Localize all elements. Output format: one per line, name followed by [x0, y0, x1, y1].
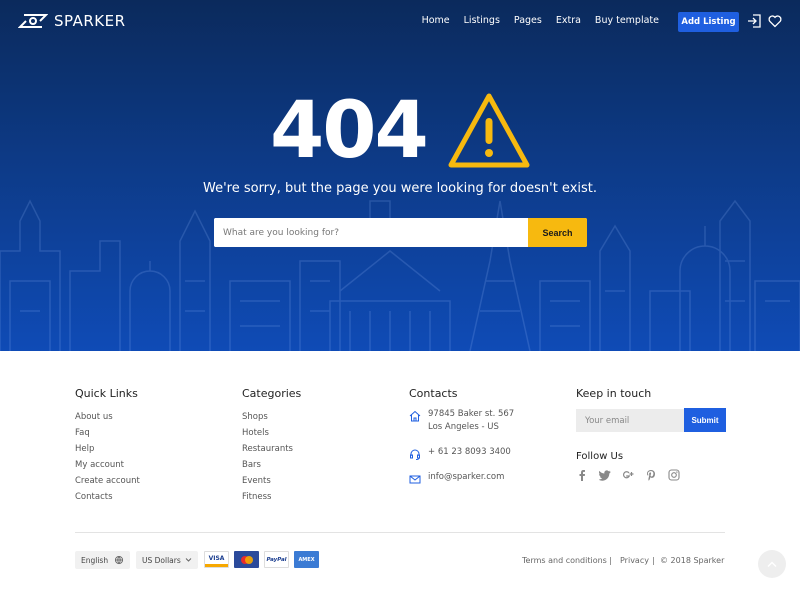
keep-in-touch-column: Keep in touch Submit Follow Us	[576, 387, 726, 497]
legal-separator: |	[609, 556, 612, 565]
headset-icon	[410, 449, 420, 460]
main-menu: Home Listings Pages Extra Buy template	[408, 15, 659, 26]
error-heading: 404	[270, 86, 540, 176]
footer-link-faq[interactable]: Faq	[75, 425, 140, 441]
newsletter-email-input[interactable]	[576, 409, 684, 432]
follow-us-title: Follow Us	[576, 451, 624, 462]
contact-email: info@sparker.com	[409, 472, 514, 485]
brand-name: SPARKER	[54, 12, 126, 30]
paypal-icon: PayPal	[264, 551, 289, 568]
footer-link-contacts[interactable]: Contacts	[75, 489, 140, 505]
language-value: English	[81, 555, 109, 565]
category-link-fitness[interactable]: Fitness	[242, 489, 301, 505]
menu-item-buy-template[interactable]: Buy template	[595, 15, 659, 26]
privacy-link[interactable]: Privacy	[620, 556, 649, 565]
category-link-shops[interactable]: Shops	[242, 409, 301, 425]
category-link-restaurants[interactable]: Restaurants	[242, 441, 301, 457]
footer-link-about-us[interactable]: About us	[75, 409, 140, 425]
google-plus-icon[interactable]	[622, 469, 634, 481]
back-to-top-button[interactable]	[758, 550, 786, 578]
copyright-text: © 2018 Sparker	[660, 556, 725, 565]
facebook-icon[interactable]	[576, 469, 588, 481]
contact-address: 97845 Baker st. 567 Los Angeles - US	[409, 409, 514, 447]
visa-card-icon: VISA	[204, 551, 229, 568]
error-code: 404	[270, 86, 429, 176]
amex-icon: AMEX	[294, 551, 319, 568]
newsletter-submit-button[interactable]: Submit	[684, 408, 726, 432]
categories-column: Categories Shops Hotels Restaurants Bars…	[242, 387, 301, 505]
currency-value: US Dollars	[142, 555, 181, 565]
heart-icon[interactable]	[768, 14, 782, 28]
add-listing-button[interactable]: Add Listing	[678, 12, 739, 32]
contacts-column: Contacts 97845 Baker st. 567 Los Angeles…	[409, 387, 514, 485]
menu-item-listings[interactable]: Listings	[464, 15, 500, 26]
address-line-2: Los Angeles - US	[428, 422, 499, 432]
login-icon[interactable]	[747, 14, 761, 28]
hero-section: SPARKER Home Listings Pages Extra Buy te…	[0, 0, 800, 351]
mastercard-icon	[234, 551, 259, 568]
keep-in-touch-title: Keep in touch	[576, 387, 652, 400]
phone-number: + 61 23 8093 3400	[428, 447, 511, 457]
address-line-1: 97845 Baker st. 567	[428, 409, 515, 419]
legal-separator: |	[652, 556, 655, 565]
footer-link-help[interactable]: Help	[75, 441, 140, 457]
search-bar: Search	[214, 218, 587, 247]
city-skyline-illustration	[0, 199, 800, 351]
menu-item-home[interactable]: Home	[422, 15, 450, 26]
categories-title: Categories	[242, 387, 302, 400]
language-select[interactable]: English	[75, 551, 130, 569]
error-message: We're sorry, but the page you were looki…	[202, 181, 597, 196]
brand-logo[interactable]: SPARKER	[18, 11, 126, 31]
twitter-icon[interactable]	[599, 469, 611, 481]
pinterest-icon[interactable]	[645, 469, 657, 481]
footer-link-my-account[interactable]: My account	[75, 457, 140, 473]
category-link-bars[interactable]: Bars	[242, 457, 301, 473]
footer-link-create-account[interactable]: Create account	[75, 473, 140, 489]
chevron-up-icon	[767, 560, 777, 567]
top-navigation: SPARKER Home Listings Pages Extra Buy te…	[0, 0, 800, 44]
social-links	[576, 469, 680, 481]
footer-divider	[75, 532, 725, 533]
mastercard-circles-icon	[240, 555, 253, 564]
search-input[interactable]	[214, 218, 528, 247]
category-link-hotels[interactable]: Hotels	[242, 425, 301, 441]
contact-phone: + 61 23 8093 3400	[409, 447, 514, 472]
chevron-down-icon	[185, 558, 192, 562]
category-link-events[interactable]: Events	[242, 473, 301, 489]
sparker-logo-icon	[18, 14, 48, 28]
menu-item-extra[interactable]: Extra	[556, 15, 581, 26]
warning-icon	[448, 93, 530, 168]
search-button[interactable]: Search	[528, 218, 587, 247]
menu-item-pages[interactable]: Pages	[514, 15, 542, 26]
instagram-icon[interactable]	[668, 469, 680, 481]
quick-links-title: Quick Links	[75, 387, 138, 400]
email-address[interactable]: info@sparker.com	[428, 472, 504, 482]
contacts-title: Contacts	[409, 387, 458, 400]
quick-links-column: Quick Links About us Faq Help My account…	[75, 387, 140, 505]
envelope-icon	[409, 475, 421, 484]
home-icon	[409, 410, 421, 422]
globe-icon	[114, 555, 124, 565]
currency-select[interactable]: US Dollars	[136, 551, 198, 569]
terms-link[interactable]: Terms and conditions	[522, 556, 607, 565]
